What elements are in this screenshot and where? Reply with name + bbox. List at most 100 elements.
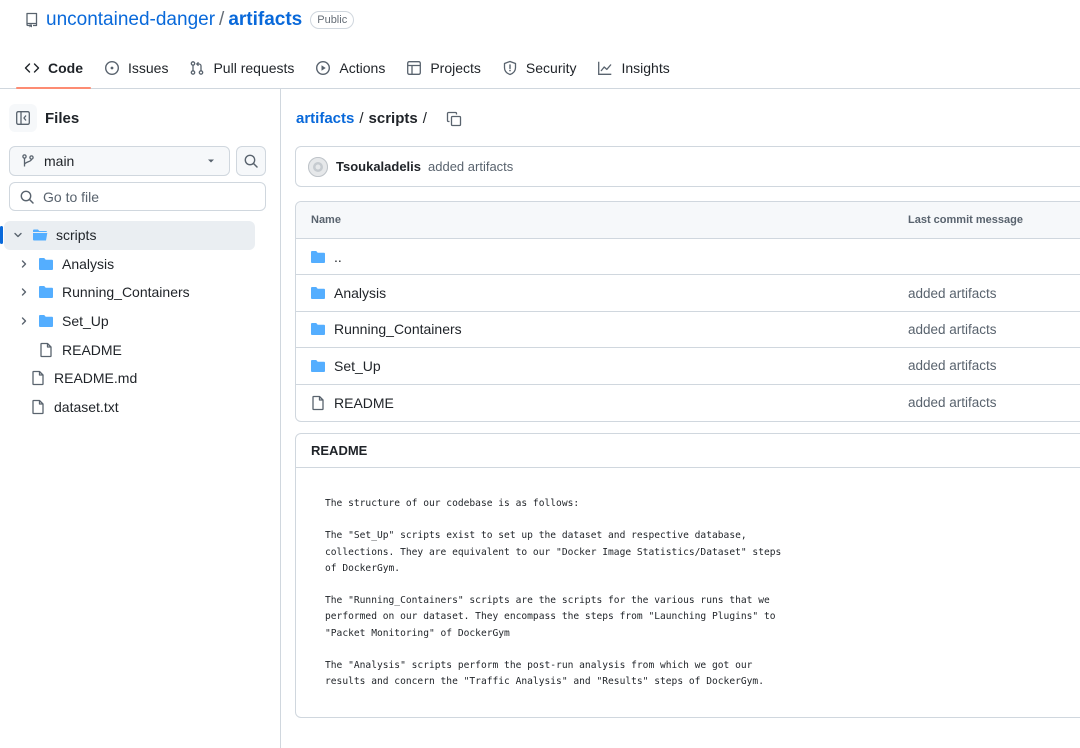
tab-label: Pull requests <box>213 60 295 76</box>
caret-down-icon <box>208 159 214 163</box>
file-name-link[interactable]: .. <box>334 249 342 265</box>
repo-separator: / <box>219 9 225 30</box>
main-content: artifacts / scripts / Tsoukaladelis adde… <box>281 89 1080 748</box>
chevron-right-icon[interactable] <box>16 315 32 327</box>
readme-paragraph: The "Analysis" scripts perform the post-… <box>325 659 764 688</box>
table-header: Name Last commit message <box>296 202 1080 239</box>
readme-content: The structure of our codebase is as foll… <box>296 468 1080 690</box>
search-files-button[interactable] <box>236 146 266 176</box>
repo-icon <box>24 12 40 28</box>
commit-message-link[interactable]: added artifacts <box>908 286 997 301</box>
go-to-file-box[interactable] <box>9 182 266 211</box>
copy-icon <box>446 111 462 126</box>
latest-commit-box: Tsoukaladelis added artifacts <box>295 146 1080 187</box>
tree-item-scripts[interactable]: scripts <box>0 221 255 250</box>
file-name-link[interactable]: Set_Up <box>334 358 381 374</box>
tab-label: Issues <box>128 60 169 76</box>
readme-paragraph: The "Running_Containers" scripts are the… <box>325 595 776 639</box>
file-icon <box>310 395 326 411</box>
branch-icon <box>22 154 34 167</box>
readme-paragraph: The structure of our codebase is as foll… <box>325 498 580 509</box>
folder-icon <box>38 284 54 300</box>
search-icon <box>244 154 258 168</box>
repo-owner-link[interactable]: uncontained-danger <box>46 9 215 31</box>
table-row[interactable]: Analysis added artifacts <box>296 275 1080 312</box>
tree-item-label: Analysis <box>62 255 115 272</box>
tree-item-readme[interactable]: README <box>0 335 281 364</box>
commit-message-link[interactable]: added artifacts <box>908 395 997 410</box>
repo-nav-tabs: Code Issues Pull requests Actions Projec… <box>16 52 683 89</box>
chevron-right-icon[interactable] <box>16 258 32 270</box>
sidebar-collapse-icon <box>16 111 30 125</box>
tree-item-label: Running_Containers <box>62 284 190 301</box>
table-row[interactable]: .. <box>296 239 1080 276</box>
tab-label: Actions <box>339 60 386 76</box>
table-row[interactable]: README added artifacts <box>296 385 1080 421</box>
commit-message-link[interactable]: added artifacts <box>908 322 997 337</box>
commit-message-link[interactable]: added artifacts <box>908 358 997 373</box>
tab-code[interactable]: Code <box>16 52 91 89</box>
breadcrumb: artifacts / scripts / <box>296 110 462 127</box>
tab-projects[interactable]: Projects <box>398 52 489 84</box>
breadcrumb-root-link[interactable]: artifacts <box>296 110 354 127</box>
commit-author-link[interactable]: Tsoukaladelis <box>336 159 421 174</box>
folder-icon <box>310 249 326 265</box>
visibility-badge: Public <box>310 11 355 29</box>
tree-item-label: README.md <box>54 370 138 387</box>
table-row[interactable]: Running_Containers added artifacts <box>296 312 1080 349</box>
repo-name-link[interactable]: artifacts <box>228 9 302 31</box>
chevron-down-icon[interactable] <box>10 229 26 241</box>
collapse-sidebar-button[interactable] <box>9 104 37 132</box>
tree-item-dataset-txt[interactable]: dataset.txt <box>0 393 281 422</box>
issue-icon <box>104 60 120 76</box>
files-header: Files <box>9 104 79 132</box>
shield-icon <box>503 60 517 76</box>
tree-item-label: Set_Up <box>62 313 109 330</box>
commit-message-link[interactable]: added artifacts <box>428 159 513 174</box>
search-icon <box>20 190 34 204</box>
tab-label: Code <box>48 60 83 76</box>
tree-item-label: scripts <box>56 227 97 244</box>
file-icon <box>30 370 46 386</box>
avatar[interactable] <box>308 156 328 177</box>
folder-icon <box>38 313 54 329</box>
file-icon <box>30 399 46 415</box>
table-icon <box>407 61 422 75</box>
file-name-link[interactable]: README <box>334 395 394 411</box>
file-name-link[interactable]: Running_Containers <box>334 321 462 337</box>
play-icon <box>316 60 331 76</box>
file-icon <box>38 342 54 358</box>
tab-security[interactable]: Security <box>494 52 585 84</box>
tree-item-analysis[interactable]: Analysis <box>0 250 281 279</box>
copy-path-button[interactable] <box>446 111 462 127</box>
tab-actions[interactable]: Actions <box>307 52 393 84</box>
readme-panel: README The structure of our codebase is … <box>295 433 1080 718</box>
file-tree: scripts Analysis Running_Containers Set_… <box>0 221 281 421</box>
tab-label: Insights <box>621 60 670 76</box>
tree-item-label: README <box>62 341 122 358</box>
graph-icon <box>598 61 612 75</box>
tree-item-set-up[interactable]: Set_Up <box>0 307 281 336</box>
table-row[interactable]: Set_Up added artifacts <box>296 348 1080 385</box>
column-header-commit: Last commit message <box>908 214 1023 226</box>
file-tree-sidebar: Files main scripts Anal <box>0 89 281 748</box>
code-icon <box>24 63 40 73</box>
chevron-right-icon[interactable] <box>16 286 32 298</box>
readme-title: README <box>296 434 1080 468</box>
folder-icon <box>38 256 54 272</box>
branch-selector[interactable]: main <box>9 146 230 176</box>
tree-item-readme-md[interactable]: README.md <box>0 364 281 393</box>
tree-item-running-containers[interactable]: Running_Containers <box>0 278 281 307</box>
file-name-link[interactable]: Analysis <box>334 285 386 301</box>
tab-pull-requests[interactable]: Pull requests <box>181 52 302 84</box>
go-to-file-input[interactable] <box>43 188 243 205</box>
column-header-name: Name <box>311 214 341 226</box>
file-table: Name Last commit message .. Analysis add… <box>295 201 1080 422</box>
breadcrumb-separator: / <box>359 110 364 127</box>
folder-open-icon <box>32 227 48 243</box>
tree-item-label: dataset.txt <box>54 398 119 415</box>
tab-insights[interactable]: Insights <box>589 52 677 84</box>
folder-icon <box>310 321 326 337</box>
tab-issues[interactable]: Issues <box>96 52 176 84</box>
files-title: Files <box>45 109 80 127</box>
